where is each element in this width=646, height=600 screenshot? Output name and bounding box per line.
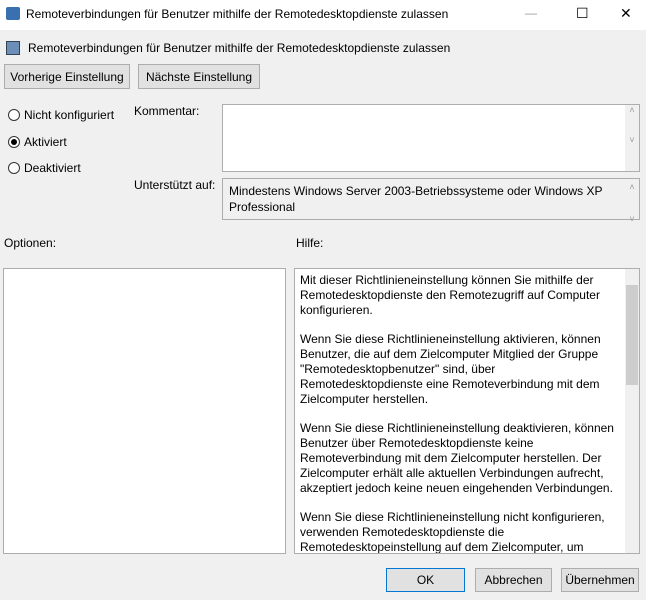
supported-label: Unterstützt auf: [134, 178, 216, 192]
help-panel: Mit dieser Richtlinieneinstellung können… [294, 268, 640, 554]
comment-textarea[interactable]: ˄ ˅ [222, 104, 640, 172]
help-scrollbar[interactable] [625, 269, 639, 553]
radio-disabled[interactable]: Deaktiviert [8, 161, 81, 175]
ok-button[interactable]: OK [386, 568, 465, 592]
radio-circle [8, 109, 20, 121]
policy-title: Remoteverbindungen für Benutzer mithilfe… [28, 41, 451, 55]
app-icon [6, 7, 20, 20]
radio-label: Deaktiviert [24, 161, 81, 175]
scrollbar[interactable]: ˄ ˅ [625, 105, 639, 171]
minimize-button[interactable]: — [525, 6, 537, 20]
apply-button[interactable]: Übernehmen [561, 568, 639, 592]
supported-field: Mindestens Windows Server 2003-Betriebss… [222, 178, 640, 224]
help-label: Hilfe: [296, 236, 324, 250]
policy-icon [6, 41, 20, 55]
next-setting-button[interactable]: Nächste Einstellung [138, 64, 260, 89]
close-button[interactable]: ✕ [620, 5, 632, 22]
comment-label: Kommentar: [134, 104, 200, 118]
radio-label: Nicht konfiguriert [24, 108, 115, 122]
options-label: Optionen: [4, 236, 57, 250]
cancel-button[interactable]: Abbrechen [475, 568, 552, 592]
help-paragraph: Wenn Sie diese Richtlinieneinstellung de… [300, 421, 614, 495]
window-title: Remoteverbindungen für Benutzer mithilfe… [26, 7, 449, 21]
help-paragraph: Wenn Sie diese Richtlinieneinstellung ni… [300, 510, 605, 554]
options-panel [3, 268, 286, 554]
scrollbar[interactable]: ˄ ˅ [625, 179, 639, 224]
help-paragraph: Wenn Sie diese Richtlinieneinstellung ak… [300, 332, 601, 406]
radio-enabled[interactable]: Aktiviert [8, 135, 67, 149]
radio-circle [8, 136, 20, 148]
scrollbar-thumb[interactable] [626, 285, 638, 385]
maximize-button[interactable]: ☐ [576, 5, 589, 22]
help-paragraph: Mit dieser Richtlinieneinstellung können… [300, 273, 600, 317]
previous-setting-button[interactable]: Vorherige Einstellung [4, 64, 130, 89]
radio-label: Aktiviert [24, 135, 67, 149]
radio-not-configured[interactable]: Nicht konfiguriert [8, 108, 114, 122]
radio-circle [8, 162, 20, 174]
